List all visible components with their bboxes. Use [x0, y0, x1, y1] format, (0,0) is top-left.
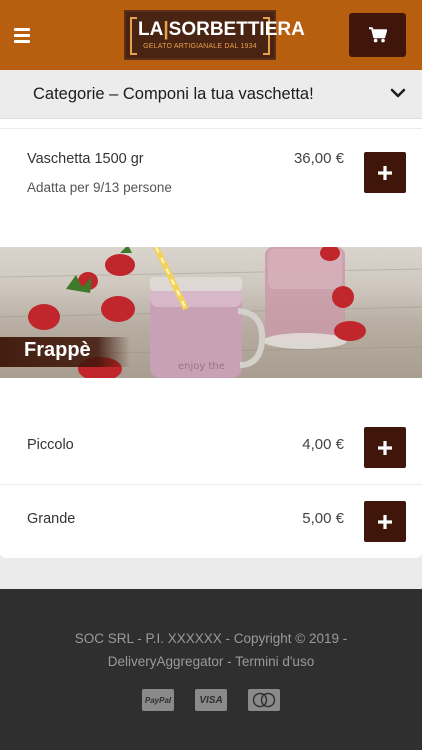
divider: [0, 484, 422, 485]
divider: [0, 128, 422, 129]
plus-icon: [378, 165, 392, 180]
add-to-cart-button[interactable]: [364, 501, 406, 542]
product-price: 5,00 €: [302, 510, 344, 527]
category-label: Categorie – Componi la tua vaschetta!: [33, 85, 314, 103]
hamburger-menu-icon[interactable]: [14, 28, 30, 43]
app-header: LA|SORBETTIERA GELATO ARTIGIANALE DAL 19…: [0, 0, 422, 70]
product-price: 4,00 €: [302, 436, 344, 453]
product-name: Piccolo: [27, 437, 74, 453]
product-card: Vaschetta 1500 gr 36,00 € Adatta per 9/1…: [0, 119, 422, 558]
logo[interactable]: LA|SORBETTIERA GELATO ARTIGIANALE DAL 19…: [124, 10, 305, 60]
category-dropdown[interactable]: Categorie – Componi la tua vaschetta!: [0, 70, 422, 119]
product-description: Adatta per 9/13 persone: [27, 180, 172, 195]
cart-icon: [368, 27, 387, 43]
footer-links[interactable]: DeliveryAggregator - Termini d'uso: [30, 650, 392, 673]
visa-icon: VISA: [195, 689, 227, 711]
plus-icon: [378, 440, 392, 455]
svg-text:enjoy the: enjoy the: [178, 361, 225, 372]
logo-title: LA|SORBETTIERA: [138, 19, 305, 40]
footer-copyright: SOC SRL - P.I. XXXXXX - Copyright © 2019…: [74, 631, 348, 646]
mastercard-icon: [248, 689, 280, 711]
plus-icon: [378, 514, 392, 529]
product-name: Grande: [27, 511, 76, 527]
section-title: Frappè: [24, 339, 91, 361]
paypal-icon: PayPal: [142, 689, 174, 711]
add-to-cart-button[interactable]: [364, 427, 406, 468]
cart-button[interactable]: [349, 13, 406, 57]
logo-subtitle: GELATO ARTIGIANALE DAL 1934: [143, 43, 257, 50]
footer: SOC SRL - P.I. XXXXXX - Copyright © 2019…: [0, 589, 422, 750]
product-name: Vaschetta 1500 gr: [27, 151, 144, 167]
chevron-down-icon: [390, 88, 406, 98]
footer-text: SOC SRL - P.I. XXXXXX - Copyright © 2019…: [30, 627, 392, 673]
product-price: 36,00 €: [293, 150, 344, 167]
add-to-cart-button[interactable]: [364, 152, 406, 193]
